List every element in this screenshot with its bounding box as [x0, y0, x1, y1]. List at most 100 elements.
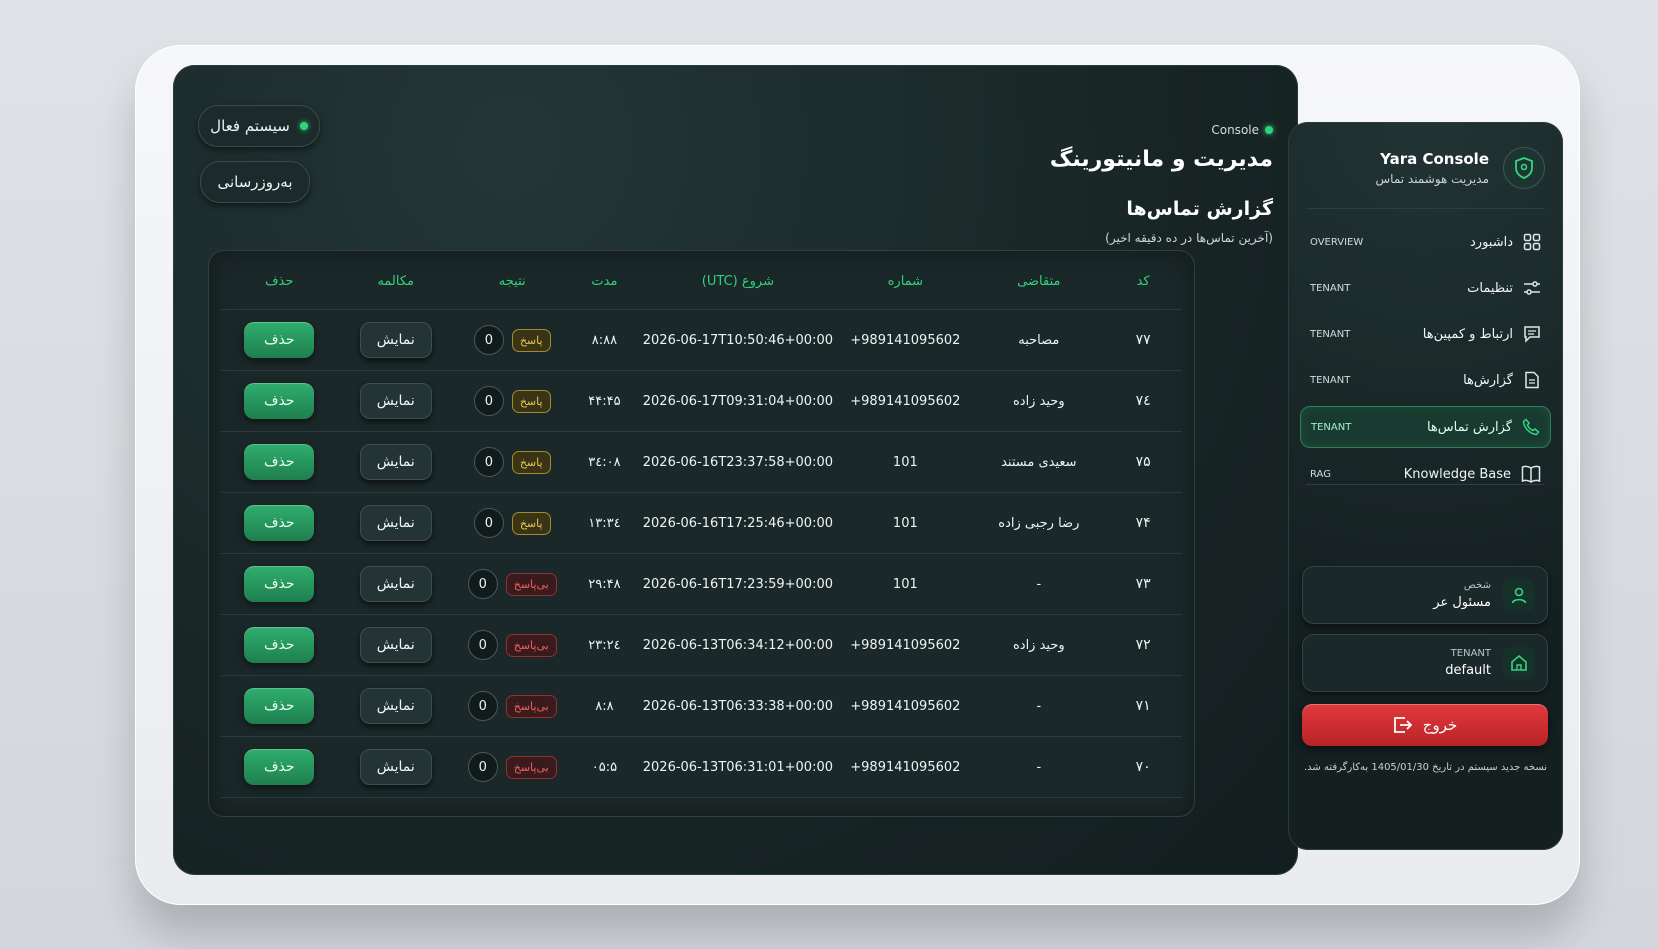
result-badge: بی‌پاسخ [505, 755, 557, 779]
cell-start: 2026-06-13T06:33:38+00:00 [642, 698, 833, 714]
brand: Yara Console مدیریت هوشمند تماس [1305, 138, 1545, 198]
cell-start: 2026-06-16T23:37:58+00:00 [642, 454, 833, 470]
cell-delete: حذف [221, 444, 337, 480]
phone-icon [1522, 418, 1540, 436]
view-button[interactable]: نمایش [359, 444, 432, 480]
delete-button[interactable]: حذف [244, 566, 315, 602]
view-button[interactable]: نمایش [359, 505, 432, 541]
delete-button[interactable]: حذف [244, 505, 315, 541]
sidebar-item-tag: TENANT [1311, 421, 1352, 433]
sidebar-item-book[interactable]: Knowledge Base RAG [1300, 454, 1551, 494]
delete-button[interactable]: حذف [244, 322, 315, 358]
sidebar-item-tag: TENANT [1310, 282, 1351, 294]
refresh-label: به‌روزرسانی [217, 173, 293, 191]
view-button[interactable]: نمایش [359, 383, 432, 419]
cell-delete: حذف [221, 627, 337, 663]
cell-id: ۷۷ [1135, 332, 1151, 348]
cell-duration: ۳٤:٠۸ [588, 454, 621, 470]
user-caption: شخص [1463, 580, 1491, 591]
table-row: ۷۲ وحید زاده +989141095602 2026-06-13T06:34… [221, 615, 1182, 676]
count-badge: 0 [473, 508, 504, 538]
view-button[interactable]: نمایش [359, 566, 432, 602]
cell-start: 2026-06-16T17:25:46+00:00 [642, 515, 833, 531]
sidebar-item-label: داشبورد [1470, 234, 1513, 250]
cell-delete: حذف [221, 688, 337, 724]
view-button[interactable]: نمایش [359, 627, 432, 663]
sliders-icon [1523, 279, 1541, 297]
table-header: کد متقاضی شماره شروع (UTC) مدت نتیجه مکا… [209, 261, 1194, 301]
tenant-card: TENANT default [1302, 634, 1548, 692]
cell-delete: حذف [221, 322, 337, 358]
count-badge: 0 [473, 325, 504, 355]
view-button[interactable]: نمایش [359, 322, 432, 358]
table-row: ۷۴ رضا رجبی زاده 101 2026-06-16T17:25:46+00… [221, 493, 1182, 554]
result-badge: پاسخ [511, 328, 551, 352]
delete-button[interactable]: حذف [244, 749, 315, 785]
brand-subtitle: مدیریت هوشمند تماس [1375, 172, 1489, 186]
cell-duration: ۵:٠۵ [591, 759, 618, 775]
cell-result: بی‌پاسخ 0 [454, 691, 570, 721]
count-badge: 0 [467, 752, 498, 782]
refresh-button[interactable]: به‌روزرسانی [200, 161, 310, 203]
view-button[interactable]: نمایش [359, 688, 432, 724]
sidebar-nav: داشبورد OVERVIEW تنظیمات TENANT ارتباط و کمپ… [1300, 222, 1551, 500]
cell-start: 2026-06-17T09:31:04+00:00 [642, 393, 833, 409]
result-badge: پاسخ [511, 511, 551, 535]
cell-duration: ۸:۸۸ [591, 332, 618, 348]
cell-requester: - [1036, 698, 1042, 714]
delete-button[interactable]: حذف [244, 627, 315, 663]
console-dot-icon [1265, 126, 1273, 134]
result-badge: بی‌پاسخ [505, 572, 557, 596]
cell-conversation: نمایش [337, 383, 453, 419]
cell-conversation: نمایش [337, 505, 453, 541]
count-badge: 0 [467, 569, 498, 599]
view-button[interactable]: نمایش [359, 749, 432, 785]
cell-requester: وحید زاده [1012, 637, 1065, 653]
sidebar-item-grid[interactable]: داشبورد OVERVIEW [1300, 222, 1551, 262]
cell-conversation: نمایش [337, 444, 453, 480]
sidebar-item-document[interactable]: گزارش‌ها TENANT [1300, 360, 1551, 400]
col-start: شروع (UTC) [701, 273, 774, 289]
result-badge: بی‌پاسخ [505, 694, 557, 718]
cell-conversation: نمایش [337, 566, 453, 602]
book-icon [1521, 465, 1541, 483]
cell-number: +989141095602 [850, 698, 961, 714]
sidebar-item-tag: RAG [1310, 468, 1331, 480]
sidebar-item-label: ارتباط و کمپین‌ها [1422, 326, 1513, 342]
col-delete: حذف [265, 273, 294, 289]
status-dot-icon [299, 122, 308, 130]
home-icon [1503, 647, 1535, 679]
cell-delete: حذف [221, 383, 337, 419]
cell-start: 2026-06-13T06:31:01+00:00 [642, 759, 833, 775]
col-id: کد [1136, 273, 1150, 289]
page-title: مدیریت و مانیتورینگ [1049, 147, 1273, 172]
divider [1306, 208, 1545, 209]
sidebar-item-sliders[interactable]: تنظیمات TENANT [1300, 268, 1551, 308]
col-number: شماره [887, 273, 924, 289]
cell-result: بی‌پاسخ 0 [454, 752, 570, 782]
table-row: ۷۳ - 101 2026-06-16T17:23:59+00:00 ۲۹:۴۸ بی‌پ… [221, 554, 1182, 615]
cell-start: 2026-06-17T10:50:46+00:00 [642, 332, 833, 348]
table-row: ۷۵ سعیدی مستند 101 2026-06-16T23:37:58+00:0… [221, 432, 1182, 493]
cell-id: ۷۴ [1135, 515, 1151, 531]
logout-button[interactable]: خروج [1302, 704, 1548, 746]
count-badge: 0 [473, 386, 504, 416]
cell-conversation: نمایش [337, 627, 453, 663]
version-footnote: نسخه جدید سیستم در تاریخ 1405/01/30 به‌ک… [1303, 762, 1548, 773]
result-badge: پاسخ [511, 450, 551, 474]
table-row: ۷٠ - +989141095602 2026-06-13T06:31:01+00:0… [221, 737, 1182, 798]
cell-duration: ۲۳:۲٤ [588, 637, 621, 653]
logout-icon [1393, 716, 1413, 734]
sidebar-item-label: Knowledge Base [1403, 466, 1511, 482]
delete-button[interactable]: حذف [244, 444, 315, 480]
console-tag: Console [1211, 123, 1273, 137]
result-badge: بی‌پاسخ [505, 633, 557, 657]
delete-button[interactable]: حذف [244, 383, 315, 419]
count-badge: 0 [467, 630, 498, 660]
message-icon [1523, 325, 1541, 343]
cell-conversation: نمایش [337, 688, 453, 724]
delete-button[interactable]: حذف [244, 688, 315, 724]
sidebar-item-message[interactable]: ارتباط و کمپین‌ها TENANT [1300, 314, 1551, 354]
cell-result: پاسخ 0 [454, 447, 570, 477]
sidebar-item-phone[interactable]: گزارش تماس‌ها TENANT [1300, 406, 1551, 448]
